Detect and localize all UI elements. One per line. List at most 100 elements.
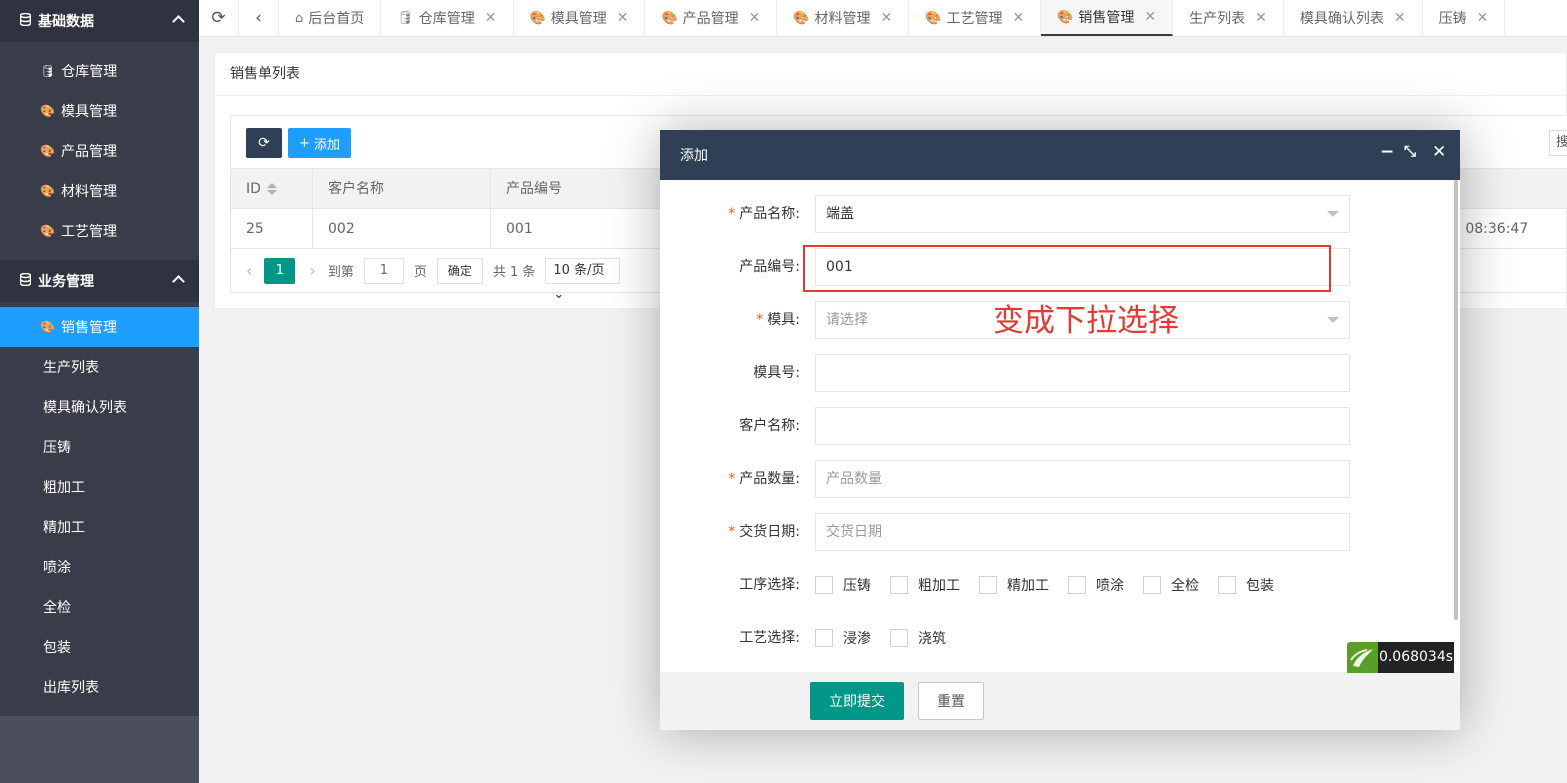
- process-checkbox[interactable]: 全检: [1143, 575, 1199, 595]
- sidebar-item-warehouse[interactable]: 🛢 仓库管理: [0, 51, 199, 91]
- close-icon[interactable]: ✕: [1477, 10, 1489, 26]
- reset-button[interactable]: 重置: [918, 682, 984, 720]
- checkbox-box[interactable]: [815, 629, 833, 647]
- sidebar-item-label: 粗加工: [43, 480, 85, 496]
- chevron-left-icon[interactable]: ‹: [239, 0, 279, 36]
- craft-checkbox[interactable]: 浇筑: [890, 628, 946, 648]
- customer-name-input[interactable]: [815, 407, 1350, 445]
- close-icon[interactable]: ✕: [749, 10, 761, 26]
- mold-no-input[interactable]: [815, 354, 1350, 392]
- refresh-button[interactable]: ⟳: [246, 128, 282, 158]
- column-header-id[interactable]: ID: [231, 168, 313, 209]
- toolbar-right-button[interactable]: 搜: [1549, 130, 1567, 156]
- chevron-right-icon[interactable]: ›: [309, 261, 315, 280]
- restore-icon[interactable]: ⤡: [1404, 142, 1416, 160]
- tab-product[interactable]: 🎨 产品管理 ✕: [645, 0, 778, 36]
- refresh-icon[interactable]: ⟳: [199, 0, 239, 36]
- checkbox-box[interactable]: [1218, 576, 1236, 594]
- database-icon: [19, 12, 32, 30]
- debug-response-time[interactable]: 0.068034s: [1378, 642, 1454, 673]
- tab-die-casting[interactable]: 压铸 ✕: [1423, 0, 1506, 36]
- close-icon[interactable]: ✕: [617, 10, 629, 26]
- tab-sales[interactable]: 🎨 销售管理 ✕: [1041, 0, 1174, 36]
- sidebar-group-basic-data[interactable]: 基础数据: [0, 0, 199, 42]
- palette-icon: 🎨: [40, 224, 55, 238]
- home-icon: ⌂: [295, 10, 304, 26]
- tab-material[interactable]: 🎨 材料管理 ✕: [777, 0, 910, 36]
- minimize-icon[interactable]: −: [1380, 142, 1394, 162]
- sidebar-group-business[interactable]: 业务管理: [0, 260, 199, 302]
- form-row-customer-name: 客户名称:: [660, 407, 1460, 445]
- sidebar: 基础数据 🛢 仓库管理 🎨 模具管理 🎨 产品管理 🎨 材料管理 🎨 工艺管理 业务管理 …: [0, 0, 199, 783]
- sidebar-item-product[interactable]: 🎨 产品管理: [0, 131, 199, 171]
- palette-icon: 🎨: [40, 144, 55, 158]
- process-checkbox[interactable]: 喷涂: [1068, 575, 1124, 595]
- tab-mold[interactable]: 🎨 模具管理 ✕: [514, 0, 646, 36]
- sidebar-item-sales[interactable]: 🎨 销售管理: [0, 307, 199, 347]
- form-row-product-name: * 产品名称: 端盖: [660, 195, 1460, 233]
- annotation-text: 变成下拉选择: [993, 303, 1179, 339]
- cell-product-code: 001: [491, 208, 661, 249]
- checkbox-box[interactable]: [1143, 576, 1161, 594]
- tab-label: 材料管理: [814, 11, 871, 27]
- chevron-left-icon[interactable]: ‹: [246, 261, 252, 280]
- process-checkbox[interactable]: 压铸: [815, 575, 871, 595]
- dialog-scrollbar[interactable]: [1454, 180, 1458, 620]
- close-icon[interactable]: ✕: [1144, 9, 1156, 25]
- total-count: 共 1 条: [492, 265, 536, 280]
- sidebar-item-craft[interactable]: 🎨 工艺管理: [0, 211, 199, 251]
- tab-mold-confirm-list[interactable]: 模具确认列表 ✕: [1284, 0, 1423, 36]
- tab-label: 后台首页: [308, 11, 365, 27]
- page-size-select[interactable]: 10 条/页 ⌄: [545, 257, 621, 302]
- chevron-down-icon: ⌄: [553, 286, 565, 302]
- sidebar-item-outbound-list[interactable]: 出库列表: [0, 667, 199, 707]
- debug-toolbar-logo-icon[interactable]: [1347, 642, 1378, 673]
- tab-production-list[interactable]: 生产列表 ✕: [1173, 0, 1284, 36]
- sidebar-item-finish-machining[interactable]: 精加工: [0, 507, 199, 547]
- sidebar-item-mold[interactable]: 🎨 模具管理: [0, 91, 199, 131]
- checkbox-box[interactable]: [979, 576, 997, 594]
- product-name-select[interactable]: 端盖: [815, 195, 1350, 233]
- sidebar-item-rough-machining[interactable]: 粗加工: [0, 467, 199, 507]
- checkbox-box[interactable]: [890, 629, 908, 647]
- sidebar-item-packaging[interactable]: 包装: [0, 627, 199, 667]
- delivery-date-input[interactable]: 交货日期: [815, 513, 1350, 551]
- process-checkbox[interactable]: 包装: [1218, 575, 1274, 595]
- close-icon[interactable]: ✕: [1255, 10, 1267, 26]
- checkbox-box[interactable]: [890, 576, 908, 594]
- craft-checkbox[interactable]: 浸渗: [815, 628, 871, 648]
- plus-icon: +: [299, 135, 310, 151]
- quantity-input[interactable]: 产品数量: [815, 460, 1350, 498]
- sidebar-item-production-list[interactable]: 生产列表: [0, 347, 199, 387]
- close-icon[interactable]: ✕: [1012, 10, 1024, 26]
- page-number-current[interactable]: 1: [264, 257, 296, 284]
- process-checkbox[interactable]: 精加工: [979, 575, 1049, 595]
- goto-confirm-button[interactable]: 确定: [436, 257, 483, 284]
- close-icon[interactable]: ✕: [1432, 142, 1446, 162]
- add-dialog: 添加 − ⤡ ✕ * 产品名称: 端盖 产品编号: 001 * 模具: 请选择 模具…: [660, 130, 1460, 730]
- goto-prefix: 到第: [327, 265, 354, 280]
- goto-page-input[interactable]: 1: [363, 257, 404, 284]
- close-icon[interactable]: ✕: [485, 10, 497, 26]
- sidebar-item-spraying[interactable]: 喷涂: [0, 547, 199, 587]
- sidebar-item-die-casting[interactable]: 压铸: [0, 427, 199, 467]
- add-button[interactable]: + 添加: [288, 128, 351, 158]
- sidebar-item-material[interactable]: 🎨 材料管理: [0, 171, 199, 211]
- process-checkbox[interactable]: 粗加工: [890, 575, 960, 595]
- required-star: *: [728, 524, 736, 540]
- sidebar-item-full-inspection[interactable]: 全检: [0, 587, 199, 627]
- tab-home[interactable]: ⌂ 后台首页: [279, 0, 382, 36]
- tab-warehouse[interactable]: 🛢 仓库管理 ✕: [381, 0, 514, 36]
- sidebar-group-label: 业务管理: [38, 274, 94, 290]
- checkbox-box[interactable]: [1068, 576, 1086, 594]
- tab-craft[interactable]: 🎨 工艺管理 ✕: [909, 0, 1042, 36]
- submit-button[interactable]: 立即提交: [810, 682, 904, 720]
- checkbox-box[interactable]: [815, 576, 833, 594]
- tab-label: 销售管理: [1078, 10, 1135, 26]
- refresh-icon: ⟳: [258, 135, 270, 151]
- field-label: * 产品名称:: [728, 206, 800, 222]
- close-icon[interactable]: ✕: [881, 10, 893, 26]
- close-icon[interactable]: ✕: [1394, 10, 1406, 26]
- sort-icon[interactable]: [266, 182, 277, 195]
- sidebar-item-mold-confirm-list[interactable]: 模具确认列表: [0, 387, 199, 427]
